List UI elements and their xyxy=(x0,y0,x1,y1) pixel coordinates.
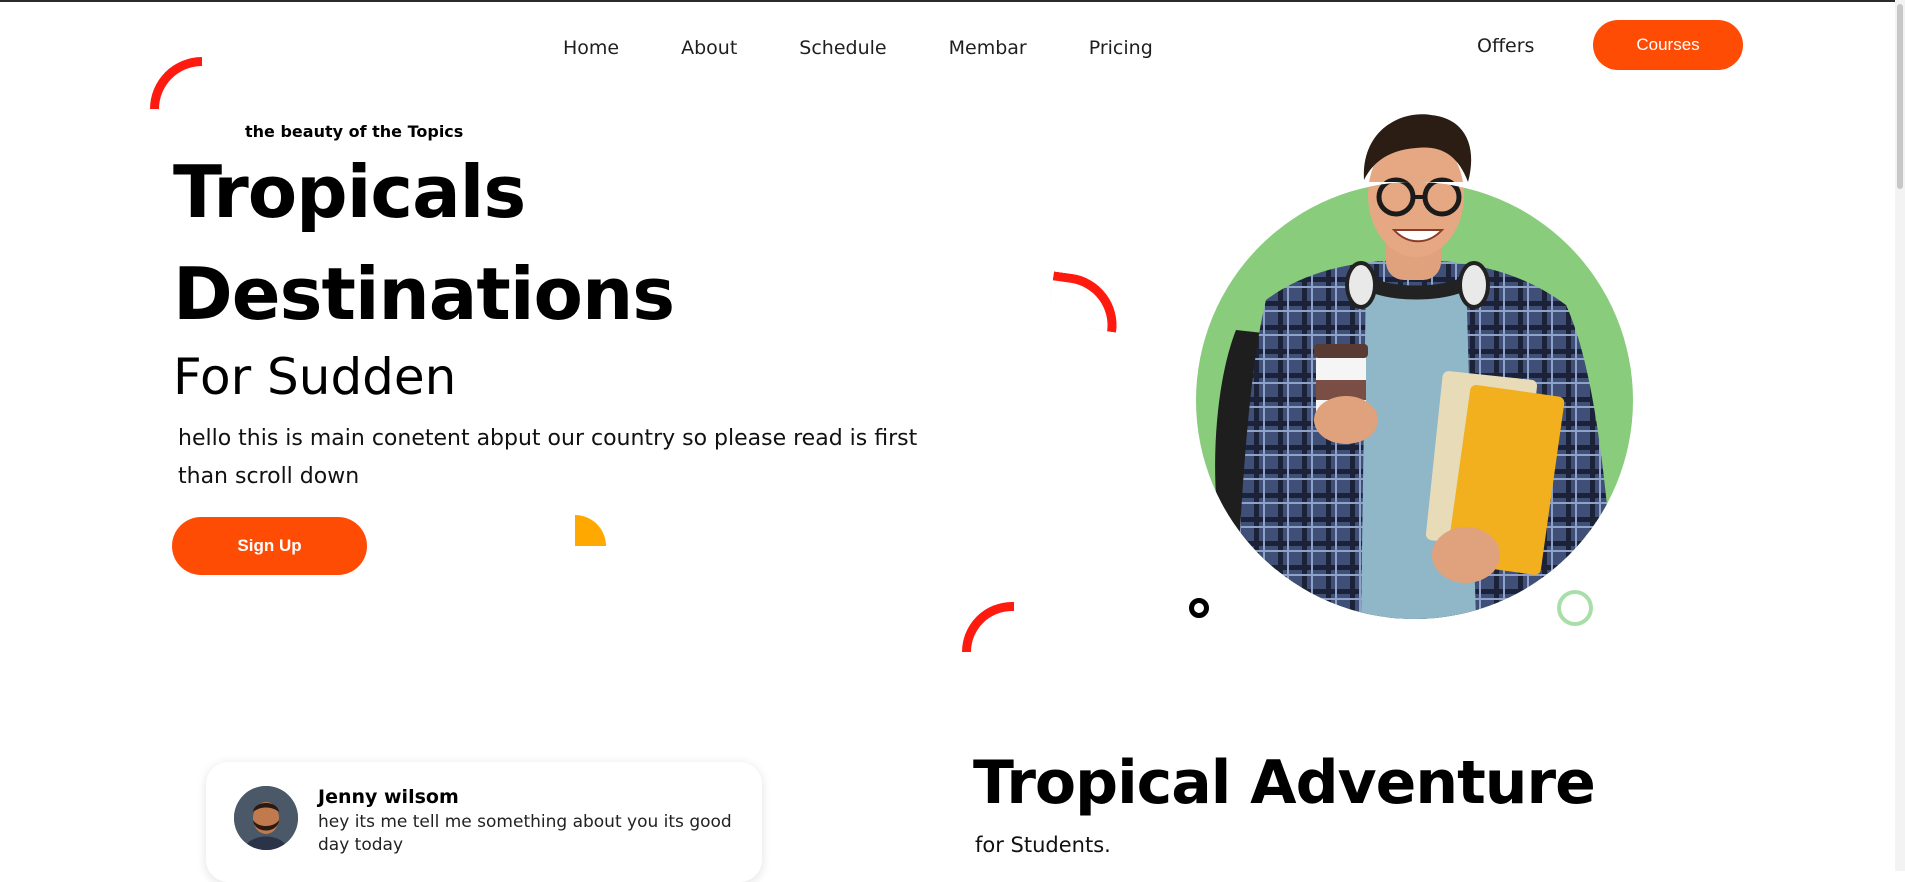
main-nav: Home About Schedule Membar Pricing xyxy=(563,37,1153,59)
hero-title-line1: Tropicals xyxy=(173,150,526,234)
page-scrollbar[interactable] xyxy=(1895,0,1905,871)
scrollbar-thumb[interactable] xyxy=(1897,4,1903,189)
hero-title-line3: For Sudden xyxy=(173,348,457,406)
nav-membar[interactable]: Membar xyxy=(949,37,1027,59)
courses-button[interactable]: Courses xyxy=(1593,20,1743,70)
section-subtitle: for Students. xyxy=(975,833,1111,857)
decor-arc-top-left xyxy=(150,57,202,109)
hero-eyebrow: the beauty of the Topics xyxy=(245,122,464,141)
top-border xyxy=(0,0,1905,2)
nav-pricing[interactable]: Pricing xyxy=(1089,37,1153,59)
sign-up-button[interactable]: Sign Up xyxy=(172,517,367,575)
nav-schedule[interactable]: Schedule xyxy=(799,37,886,59)
nav-home[interactable]: Home xyxy=(563,37,619,59)
nav-about[interactable]: About xyxy=(681,37,737,59)
avatar-photo xyxy=(234,786,298,850)
testimonial-text: hey its me tell me something about you i… xyxy=(318,812,732,855)
student-photo xyxy=(1215,114,1616,619)
testimonial-card: Jenny wilsom hey its me tell me somethin… xyxy=(206,762,762,882)
hero-title-line2: Destinations xyxy=(173,252,675,336)
hero-lead-text: hello this is main conetent abput our co… xyxy=(178,426,918,489)
section-title: Tropical Adventure xyxy=(973,748,1596,818)
decor-arc-bottom xyxy=(962,602,1014,652)
testimonial-name: Jenny wilsom xyxy=(318,786,459,808)
nav-offers[interactable]: Offers xyxy=(1477,35,1534,57)
decor-quarter-circle xyxy=(575,515,606,546)
decor-arc-middle xyxy=(1046,271,1124,333)
